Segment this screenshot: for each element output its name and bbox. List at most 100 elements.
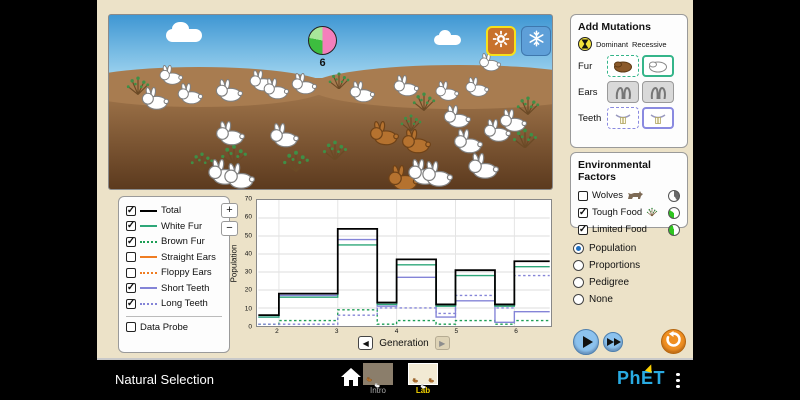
- legend-line-sample: [140, 303, 157, 305]
- fast-forward-icon: [607, 338, 614, 346]
- screen-button-lab[interactable]: [408, 363, 438, 385]
- teeth-dominant-mutation-button[interactable]: [607, 107, 639, 129]
- white-rabbit: [433, 81, 459, 101]
- legend-line-sample: [140, 210, 157, 212]
- y-tick-label: 10: [245, 305, 252, 312]
- white-rabbit: [221, 163, 255, 190]
- env-factor-checkbox[interactable]: ✓: [578, 225, 588, 235]
- env-factor-label: Tough Food: [592, 207, 642, 218]
- legend-checkbox[interactable]: [126, 252, 136, 262]
- legend-item-floppy-ears[interactable]: Floppy Ears: [126, 265, 222, 281]
- legend-item-white-fur[interactable]: ✓White Fur: [126, 219, 222, 235]
- legend-checkbox[interactable]: ✓: [126, 283, 136, 293]
- radio-button[interactable]: [573, 243, 584, 254]
- home-icon: [340, 374, 362, 391]
- legend-item-straight-ears[interactable]: Straight Ears: [126, 250, 222, 266]
- graph-mode-radio-population[interactable]: Population: [573, 240, 640, 257]
- y-tick-label: 50: [245, 232, 252, 239]
- data-probe-checkbox-row[interactable]: Data Probe: [126, 320, 222, 336]
- teeth-recessive-mutation-button[interactable]: [642, 107, 674, 129]
- hourglass-icon: [578, 37, 592, 51]
- white-rabbit: [267, 123, 299, 148]
- legend-checkbox[interactable]: ✓: [126, 237, 136, 247]
- legend-label: Floppy Ears: [161, 267, 212, 278]
- dominant-column-header: Dominant: [595, 40, 629, 49]
- legend-item-brown-fur[interactable]: ✓ Brown Fur: [126, 234, 222, 250]
- white-rabbit: [139, 87, 169, 110]
- thumbnail-rabbit: [412, 370, 418, 375]
- white-rabbit: [213, 79, 243, 102]
- thumbnail-rabbit: [420, 376, 426, 381]
- add-mutations-title: Add Mutations: [578, 21, 680, 33]
- y-axis-ticks: 010203040506070: [235, 199, 254, 327]
- radio-label: Proportions: [589, 260, 640, 271]
- env-factor-limited-food[interactable]: ✓Limited Food: [578, 221, 680, 238]
- legend-label: Short Teeth: [161, 283, 209, 294]
- legend-item-long-teeth[interactable]: ✓Long Teeth: [126, 296, 222, 312]
- environment-view: 6: [108, 14, 553, 190]
- data-probe-checkbox[interactable]: [126, 322, 136, 332]
- legend-checkbox[interactable]: ✓: [126, 221, 136, 231]
- mutation-row-label: Teeth: [578, 113, 604, 124]
- legend-item-total[interactable]: ✓ Total: [126, 203, 222, 219]
- legend-item-short-teeth[interactable]: ✓ Short Teeth: [126, 281, 222, 297]
- plot-legend-panel: ✓Total✓White Fur✓Brown FurStraight EarsF…: [118, 196, 230, 353]
- screen-button-intro[interactable]: [363, 363, 393, 385]
- phet-menu-button[interactable]: [676, 370, 680, 391]
- graph-mode-radio-none[interactable]: None: [573, 291, 640, 308]
- legend-line-sample: [140, 287, 157, 289]
- generation-number: 6: [308, 57, 337, 69]
- play-button[interactable]: [573, 329, 599, 355]
- env-factor-amount-dial: [668, 190, 680, 202]
- play-icon: [583, 336, 593, 348]
- white-rabbit: [451, 129, 483, 154]
- brown-rabbit: [367, 121, 399, 146]
- phet-simulation-window: 6 ✓Total✓White Fur✓Brown FurStraight Ear…: [0, 0, 800, 400]
- white-rabbit: [463, 77, 489, 97]
- white-rabbit: [289, 73, 317, 95]
- brown-rabbit: [399, 129, 431, 154]
- radio-button[interactable]: [573, 260, 584, 271]
- legend-line-sample: [140, 256, 157, 258]
- graph-mode-radio-proportions[interactable]: Proportions: [573, 257, 640, 274]
- env-factor-checkbox[interactable]: ✓: [578, 208, 588, 218]
- legend-label: Brown Fur: [161, 236, 205, 247]
- previous-generation-button[interactable]: ◀: [358, 336, 373, 350]
- cloud: [166, 29, 202, 42]
- legend-checkbox[interactable]: [126, 268, 136, 278]
- legend-line-sample: [140, 272, 157, 274]
- radio-button[interactable]: [573, 294, 584, 305]
- legend-checkbox[interactable]: ✓: [126, 206, 136, 216]
- next-generation-button[interactable]: ▶: [435, 336, 450, 350]
- radio-button[interactable]: [573, 277, 584, 288]
- fur-recessive-mutation-button[interactable]: [642, 55, 674, 77]
- equator-climate-button[interactable]: [486, 26, 516, 56]
- legend-line-sample: [140, 225, 157, 227]
- wolf-icon: [627, 187, 643, 205]
- home-button[interactable]: [340, 367, 362, 387]
- y-tick-label: 70: [245, 196, 252, 203]
- white-rabbit: [347, 81, 375, 103]
- env-factor-tough-food[interactable]: ✓ Tough Food: [578, 204, 680, 221]
- graph-mode-radio-group: Population Proportions PedigreeNone: [573, 240, 640, 308]
- ears-dominant-mutation-button[interactable]: [607, 81, 639, 103]
- env-factor-amount-dial: [668, 207, 680, 219]
- reset-all-button[interactable]: [661, 329, 686, 354]
- fur-dominant-mutation-button[interactable]: [607, 55, 639, 77]
- white-rabbit: [441, 105, 471, 128]
- ears-recessive-mutation-button[interactable]: [642, 81, 674, 103]
- white-rabbit: [261, 78, 289, 100]
- fast-forward-button[interactable]: [603, 332, 623, 352]
- env-factor-wolves[interactable]: Wolves: [578, 187, 680, 204]
- legend-label: Total: [161, 205, 181, 216]
- recessive-column-header: Recessive: [632, 40, 666, 49]
- y-tick-label: 20: [245, 287, 252, 294]
- shrub: [281, 149, 311, 172]
- divider: [126, 316, 222, 317]
- legend-checkbox[interactable]: ✓: [126, 299, 136, 309]
- x-tick-label: 3: [335, 328, 339, 335]
- shrub: [321, 139, 349, 160]
- arctic-climate-button[interactable]: [521, 26, 551, 56]
- graph-mode-radio-pedigree[interactable]: Pedigree: [573, 274, 640, 291]
- env-factor-checkbox[interactable]: [578, 191, 588, 201]
